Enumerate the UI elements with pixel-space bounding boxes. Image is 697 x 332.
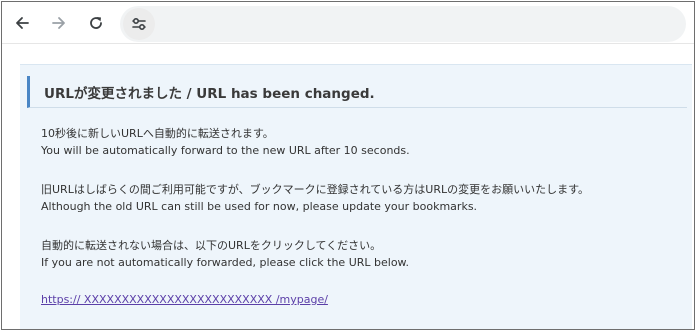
browser-window: URLが変更されました / URL has been changed. 10秒後… [1,1,695,330]
forward-arrow-icon [52,17,65,29]
address-bar[interactable] [120,6,686,42]
redirect-notice-en: You will be automatically forward to the… [41,144,410,157]
manual-redirect-notice: 自動的に転送されない場合は、以下のURLをクリックしてください。 If you … [41,237,409,271]
bookmark-notice-ja: 旧URLはしばらくの間ご利用可能ですが、ブックマークに登録されている方はURLの… [41,183,589,196]
manual-redirect-notice-ja: 自動的に転送されない場合は、以下のURLをクリックしてください。 [41,239,382,252]
site-settings-button[interactable] [123,8,155,40]
forward-button[interactable] [47,11,71,35]
new-url-link[interactable]: https:// XXXXXXXXXXXXXXXXXXXXXXXXX /mypa… [41,293,328,306]
manual-redirect-notice-en: If you are not automatically forwarded, … [41,256,410,269]
notice-heading: URLが変更されました / URL has been changed. [27,76,687,108]
page-content: URLが変更されました / URL has been changed. 10秒後… [2,45,694,329]
redirect-notice-ja: 10秒後に新しいURLへ自動的に転送されます。 [41,127,274,140]
browser-toolbar [2,2,694,44]
bookmark-notice: 旧URLはしばらくの間ご利用可能ですが、ブックマークに登録されている方はURLの… [41,181,589,215]
notice-panel: URLが変更されました / URL has been changed. 10秒後… [20,64,692,329]
reload-button[interactable] [84,11,108,35]
bookmark-notice-en: Although the old URL can still be used f… [41,200,478,213]
reload-icon [90,17,102,29]
redirect-notice: 10秒後に新しいURLへ自動的に転送されます。 You will be auto… [41,125,410,159]
back-arrow-icon [16,17,29,29]
back-button[interactable] [10,11,34,35]
site-settings-icon [132,17,146,31]
